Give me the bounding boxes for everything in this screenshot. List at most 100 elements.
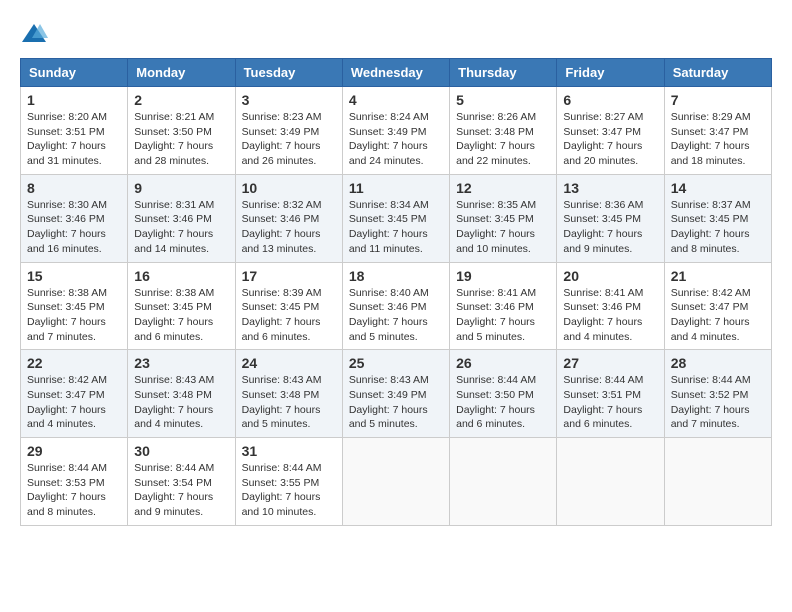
calendar-cell: 1 Sunrise: 8:20 AMSunset: 3:51 PMDaylight… <box>21 87 128 175</box>
calendar-cell <box>664 438 771 526</box>
day-number: 3 <box>242 92 336 108</box>
calendar-cell: 24 Sunrise: 8:43 AMSunset: 3:48 PMDayligh… <box>235 350 342 438</box>
calendar-cell <box>557 438 664 526</box>
calendar-cell: 17 Sunrise: 8:39 AMSunset: 3:45 PMDayligh… <box>235 262 342 350</box>
calendar-cell: 20 Sunrise: 8:41 AMSunset: 3:46 PMDayligh… <box>557 262 664 350</box>
day-number: 18 <box>349 268 443 284</box>
day-info: Sunrise: 8:44 AMSunset: 3:53 PMDaylight:… <box>27 461 121 520</box>
day-number: 4 <box>349 92 443 108</box>
calendar-cell: 11 Sunrise: 8:34 AMSunset: 3:45 PMDayligh… <box>342 174 449 262</box>
day-info: Sunrise: 8:44 AMSunset: 3:50 PMDaylight:… <box>456 373 550 432</box>
day-number: 24 <box>242 355 336 371</box>
day-info: Sunrise: 8:31 AMSunset: 3:46 PMDaylight:… <box>134 198 228 257</box>
logo <box>20 20 52 48</box>
day-info: Sunrise: 8:43 AMSunset: 3:48 PMDaylight:… <box>134 373 228 432</box>
day-info: Sunrise: 8:43 AMSunset: 3:48 PMDaylight:… <box>242 373 336 432</box>
day-number: 2 <box>134 92 228 108</box>
day-number: 23 <box>134 355 228 371</box>
calendar-cell: 26 Sunrise: 8:44 AMSunset: 3:50 PMDayligh… <box>450 350 557 438</box>
day-info: Sunrise: 8:24 AMSunset: 3:49 PMDaylight:… <box>349 110 443 169</box>
day-number: 1 <box>27 92 121 108</box>
day-number: 25 <box>349 355 443 371</box>
day-number: 29 <box>27 443 121 459</box>
day-info: Sunrise: 8:39 AMSunset: 3:45 PMDaylight:… <box>242 286 336 345</box>
day-info: Sunrise: 8:21 AMSunset: 3:50 PMDaylight:… <box>134 110 228 169</box>
calendar-cell: 12 Sunrise: 8:35 AMSunset: 3:45 PMDayligh… <box>450 174 557 262</box>
header-saturday: Saturday <box>664 59 771 87</box>
calendar-cell: 28Sunrise: 8:44 AMSunset: 3:52 PMDayligh… <box>664 350 771 438</box>
day-info: Sunrise: 8:30 AMSunset: 3:46 PMDaylight:… <box>27 198 121 257</box>
day-info: Sunrise: 8:29 AMSunset: 3:47 PMDaylight:… <box>671 110 765 169</box>
day-number: 7 <box>671 92 765 108</box>
day-info: Sunrise: 8:23 AMSunset: 3:49 PMDaylight:… <box>242 110 336 169</box>
day-info: Sunrise: 8:44 AMSunset: 3:55 PMDaylight:… <box>242 461 336 520</box>
page-header <box>20 20 772 48</box>
day-number: 14 <box>671 180 765 196</box>
calendar-header-row: SundayMondayTuesdayWednesdayThursdayFrid… <box>21 59 772 87</box>
day-number: 20 <box>563 268 657 284</box>
day-info: Sunrise: 8:44 AMSunset: 3:54 PMDaylight:… <box>134 461 228 520</box>
calendar-cell: 9 Sunrise: 8:31 AMSunset: 3:46 PMDaylight… <box>128 174 235 262</box>
week-row-4: 22 Sunrise: 8:42 AMSunset: 3:47 PMDayligh… <box>21 350 772 438</box>
calendar-cell: 27 Sunrise: 8:44 AMSunset: 3:51 PMDayligh… <box>557 350 664 438</box>
day-info: Sunrise: 8:43 AMSunset: 3:49 PMDaylight:… <box>349 373 443 432</box>
day-number: 17 <box>242 268 336 284</box>
calendar-cell: 5 Sunrise: 8:26 AMSunset: 3:48 PMDaylight… <box>450 87 557 175</box>
day-info: Sunrise: 8:40 AMSunset: 3:46 PMDaylight:… <box>349 286 443 345</box>
day-info: Sunrise: 8:35 AMSunset: 3:45 PMDaylight:… <box>456 198 550 257</box>
calendar-cell: 22 Sunrise: 8:42 AMSunset: 3:47 PMDayligh… <box>21 350 128 438</box>
header-monday: Monday <box>128 59 235 87</box>
day-number: 27 <box>563 355 657 371</box>
calendar-cell: 29 Sunrise: 8:44 AMSunset: 3:53 PMDayligh… <box>21 438 128 526</box>
calendar-cell: 6 Sunrise: 8:27 AMSunset: 3:47 PMDaylight… <box>557 87 664 175</box>
day-info: Sunrise: 8:37 AMSunset: 3:45 PMDaylight:… <box>671 198 765 257</box>
day-number: 6 <box>563 92 657 108</box>
week-row-3: 15 Sunrise: 8:38 AMSunset: 3:45 PMDayligh… <box>21 262 772 350</box>
calendar-cell: 15 Sunrise: 8:38 AMSunset: 3:45 PMDayligh… <box>21 262 128 350</box>
day-number: 15 <box>27 268 121 284</box>
day-number: 13 <box>563 180 657 196</box>
calendar-cell: 13Sunrise: 8:36 AMSunset: 3:45 PMDayligh… <box>557 174 664 262</box>
day-number: 30 <box>134 443 228 459</box>
day-info: Sunrise: 8:38 AMSunset: 3:45 PMDaylight:… <box>134 286 228 345</box>
day-info: Sunrise: 8:41 AMSunset: 3:46 PMDaylight:… <box>563 286 657 345</box>
calendar-cell <box>450 438 557 526</box>
day-info: Sunrise: 8:44 AMSunset: 3:51 PMDaylight:… <box>563 373 657 432</box>
day-number: 5 <box>456 92 550 108</box>
calendar-cell: 19 Sunrise: 8:41 AMSunset: 3:46 PMDayligh… <box>450 262 557 350</box>
calendar-cell: 30 Sunrise: 8:44 AMSunset: 3:54 PMDayligh… <box>128 438 235 526</box>
calendar-cell <box>342 438 449 526</box>
header-friday: Friday <box>557 59 664 87</box>
header-tuesday: Tuesday <box>235 59 342 87</box>
day-number: 11 <box>349 180 443 196</box>
calendar-cell: 21Sunrise: 8:42 AMSunset: 3:47 PMDayligh… <box>664 262 771 350</box>
header-wednesday: Wednesday <box>342 59 449 87</box>
day-number: 16 <box>134 268 228 284</box>
day-info: Sunrise: 8:20 AMSunset: 3:51 PMDaylight:… <box>27 110 121 169</box>
calendar-cell: 16 Sunrise: 8:38 AMSunset: 3:45 PMDayligh… <box>128 262 235 350</box>
calendar-cell: 25 Sunrise: 8:43 AMSunset: 3:49 PMDayligh… <box>342 350 449 438</box>
calendar-cell: 8 Sunrise: 8:30 AMSunset: 3:46 PMDaylight… <box>21 174 128 262</box>
day-info: Sunrise: 8:34 AMSunset: 3:45 PMDaylight:… <box>349 198 443 257</box>
calendar-table: SundayMondayTuesdayWednesdayThursdayFrid… <box>20 58 772 526</box>
day-number: 22 <box>27 355 121 371</box>
day-number: 8 <box>27 180 121 196</box>
calendar-cell: 3 Sunrise: 8:23 AMSunset: 3:49 PMDaylight… <box>235 87 342 175</box>
week-row-5: 29 Sunrise: 8:44 AMSunset: 3:53 PMDayligh… <box>21 438 772 526</box>
week-row-2: 8 Sunrise: 8:30 AMSunset: 3:46 PMDaylight… <box>21 174 772 262</box>
day-info: Sunrise: 8:38 AMSunset: 3:45 PMDaylight:… <box>27 286 121 345</box>
day-info: Sunrise: 8:27 AMSunset: 3:47 PMDaylight:… <box>563 110 657 169</box>
calendar-cell: 7 Sunrise: 8:29 AMSunset: 3:47 PMDaylight… <box>664 87 771 175</box>
day-number: 9 <box>134 180 228 196</box>
calendar-cell: 14 Sunrise: 8:37 AMSunset: 3:45 PMDayligh… <box>664 174 771 262</box>
day-number: 21 <box>671 268 765 284</box>
day-number: 28 <box>671 355 765 371</box>
day-number: 12 <box>456 180 550 196</box>
day-info: Sunrise: 8:41 AMSunset: 3:46 PMDaylight:… <box>456 286 550 345</box>
calendar-cell: 10Sunrise: 8:32 AMSunset: 3:46 PMDayligh… <box>235 174 342 262</box>
day-number: 26 <box>456 355 550 371</box>
day-number: 19 <box>456 268 550 284</box>
calendar-cell: 2 Sunrise: 8:21 AMSunset: 3:50 PMDaylight… <box>128 87 235 175</box>
day-info: Sunrise: 8:42 AMSunset: 3:47 PMDaylight:… <box>27 373 121 432</box>
day-info: Sunrise: 8:26 AMSunset: 3:48 PMDaylight:… <box>456 110 550 169</box>
